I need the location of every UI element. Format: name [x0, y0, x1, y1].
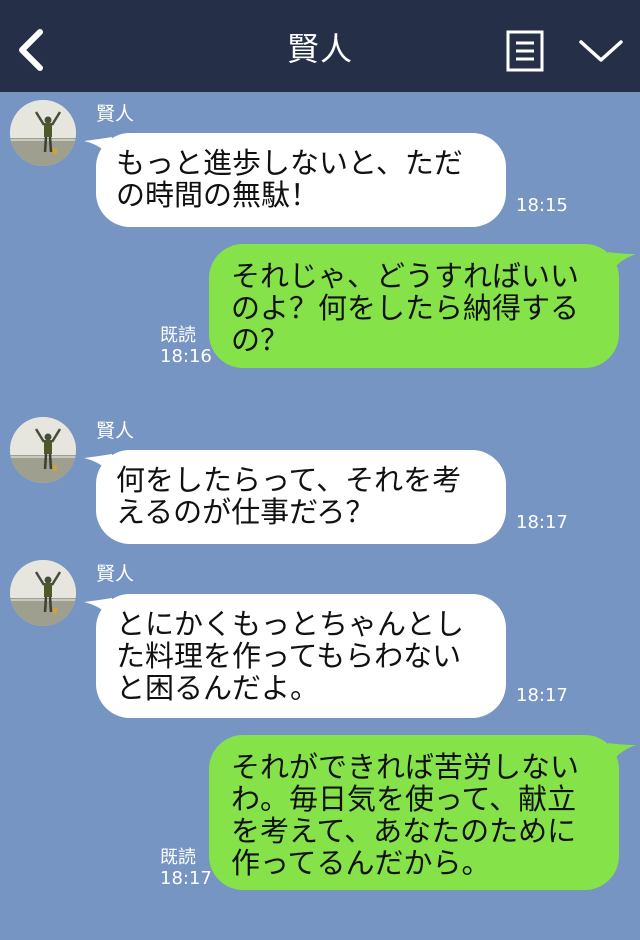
note-icon[interactable] — [506, 30, 544, 72]
sender-name: 賢人 — [96, 420, 135, 442]
chat-title: 賢人 — [286, 30, 353, 68]
message-time: 18:17 — [516, 685, 568, 706]
message-bubble[interactable]: とにかくもっとちゃんとし た料理を作ってもらわない と困るんだよ。 — [96, 594, 506, 718]
sender-name: 賢人 — [96, 563, 135, 585]
read-receipt: 既読 — [160, 847, 196, 868]
message-time: 18:16 — [160, 346, 212, 367]
message-bubble[interactable]: もっと進歩しないと、ただ の時間の無駄！ — [96, 133, 506, 227]
read-receipt: 既読 — [160, 325, 196, 346]
message-time: 18:15 — [516, 195, 568, 216]
message-bubble[interactable]: それができれば苦労しない わ。毎日気を使って、献立 を考えて、あなたのために 作… — [209, 735, 619, 890]
avatar[interactable] — [10, 417, 76, 483]
avatar[interactable] — [10, 100, 76, 166]
message-time: 18:17 — [160, 868, 212, 889]
message-time: 18:17 — [516, 512, 568, 533]
chevron-down-icon[interactable] — [578, 36, 624, 66]
sender-name: 賢人 — [96, 103, 135, 125]
avatar[interactable] — [10, 560, 76, 626]
message-bubble[interactable]: それじゃ、どうすればいい のよ？何をしたら納得する の？ — [209, 244, 619, 368]
chat-header: 賢人 — [0, 0, 640, 92]
message-bubble[interactable]: 何をしたらって、それを考 えるのが仕事だろ？ — [96, 450, 506, 544]
